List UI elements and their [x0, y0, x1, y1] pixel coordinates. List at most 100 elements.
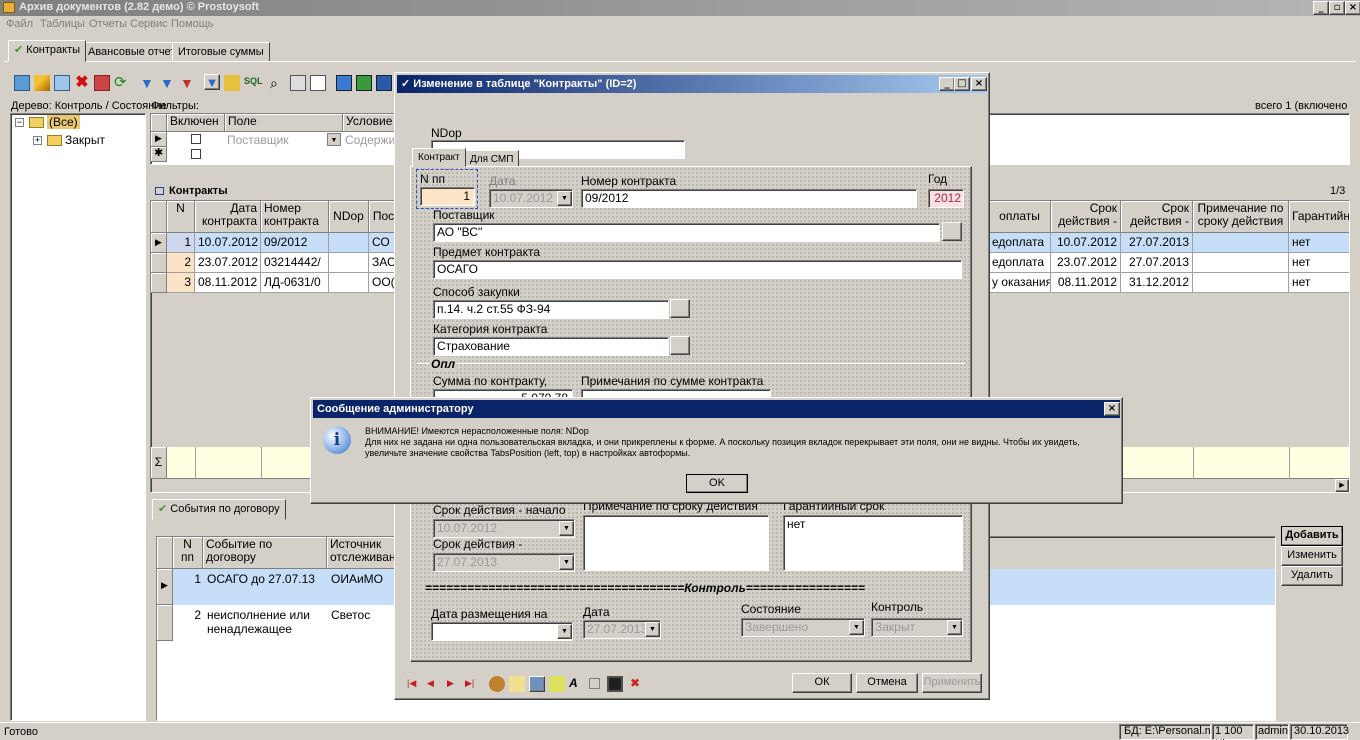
tree-item-closed[interactable]: Закрыт	[65, 133, 105, 147]
minimize-button[interactable]: _	[1313, 1, 1329, 15]
tab-totals[interactable]: Итоговые суммы	[172, 42, 270, 62]
first-record-icon[interactable]: |◀	[407, 678, 416, 689]
next-record-icon[interactable]: ▶	[447, 678, 454, 689]
edit-icon[interactable]	[34, 75, 50, 91]
edit-event-button[interactable]: Изменить	[1281, 546, 1343, 566]
state-dropdown-button[interactable]: ▼	[849, 620, 864, 635]
add-icon[interactable]	[14, 75, 30, 91]
guarantee-field[interactable]: нет	[783, 515, 963, 571]
tab-smp[interactable]: Для СМП	[464, 150, 520, 167]
col-term-end[interactable]: Срок действия -	[1121, 201, 1193, 233]
tree-item-all[interactable]: (Все)	[47, 115, 80, 129]
tree-expander[interactable]: −	[15, 118, 24, 127]
export-icon[interactable]	[336, 75, 352, 91]
subject-field[interactable]: ОСАГО	[433, 260, 962, 279]
filter-condition-value[interactable]: Содержи	[345, 133, 395, 147]
filter-active-icon[interactable]: ▼	[204, 74, 220, 90]
new-record-icon[interactable]	[509, 676, 525, 692]
tab-contracts[interactable]: ✔ Контракты	[8, 40, 87, 62]
status-db-label: БД:	[1124, 725, 1142, 737]
dialog-close-button[interactable]: ×	[971, 77, 987, 91]
col-ndop[interactable]: NDop	[329, 201, 369, 233]
menu-file[interactable]: Файл	[6, 18, 33, 30]
menu-reports[interactable]: Отчеты	[89, 18, 127, 30]
menu-tables[interactable]: Таблицы	[40, 18, 85, 30]
category-field[interactable]: Страхование	[433, 337, 669, 356]
term-end-field[interactable]: 27.07.2013	[433, 553, 575, 572]
tab-contract[interactable]: Контракт	[412, 148, 466, 167]
save-icon[interactable]	[607, 676, 623, 692]
preview-icon[interactable]	[310, 75, 326, 91]
prev-record-icon[interactable]: ◀	[427, 678, 434, 689]
copy-icon[interactable]	[54, 75, 70, 91]
col-payment[interactable]: оплаты	[989, 201, 1051, 233]
term-end-dropdown-button[interactable]: ▼	[559, 555, 574, 570]
table-icon[interactable]	[94, 75, 110, 91]
procurement-field[interactable]: п.14. ч.2 ст.55 ФЗ-94	[433, 300, 669, 319]
tree-expander[interactable]: +	[33, 136, 42, 145]
delete-event-button[interactable]: Удалить	[1281, 566, 1343, 586]
placement-date-dropdown-button[interactable]: ▼	[557, 624, 572, 639]
category-lookup-button[interactable]	[670, 336, 690, 355]
ok-button[interactable]: ОК	[792, 673, 852, 693]
refresh-icon[interactable]: ⟳	[114, 75, 130, 91]
control-dropdown-button[interactable]: ▼	[947, 620, 962, 635]
message-close-button[interactable]: ×	[1104, 402, 1120, 416]
procurement-lookup-button[interactable]	[670, 299, 690, 318]
col-n[interactable]: N	[167, 201, 195, 233]
filter-field-dropdown[interactable]: ▼	[327, 133, 341, 146]
cancel-button[interactable]: Отмена	[856, 673, 918, 693]
dialog-maximize-button[interactable]: □	[954, 77, 970, 91]
col-term-note[interactable]: Примечание по сроку действия	[1193, 201, 1289, 233]
year-field[interactable]: 2012	[928, 189, 964, 208]
add-event-button[interactable]: Добавить	[1281, 526, 1343, 546]
print-icon[interactable]	[290, 75, 306, 91]
tab-contract-events[interactable]: ✔ События по договору	[152, 499, 286, 520]
date-dropdown-button[interactable]: ▼	[557, 191, 572, 206]
term-start-dropdown-button[interactable]: ▼	[559, 521, 574, 536]
layout-icon[interactable]	[529, 676, 545, 692]
scroll-right-button[interactable]: ▶	[1335, 479, 1349, 492]
events-col-source[interactable]: Источник отслеживан	[327, 537, 395, 569]
export-excel-icon[interactable]	[356, 75, 372, 91]
filter-enabled-checkbox[interactable]	[191, 134, 201, 144]
state-label: Состояние	[741, 602, 801, 616]
delete-icon[interactable]: ✖	[74, 75, 90, 91]
tools-icon[interactable]	[489, 676, 505, 692]
filter-enabled-checkbox[interactable]	[191, 149, 201, 159]
placement-date-field[interactable]	[431, 622, 573, 641]
supplier-field[interactable]: АО "ВС"	[433, 223, 940, 242]
last-record-icon[interactable]: ▶|	[465, 678, 474, 689]
filter-remove-icon[interactable]: ▼	[180, 75, 196, 91]
col-guarantee[interactable]: Гарантийн	[1289, 201, 1349, 233]
supplier-lookup-button[interactable]	[942, 222, 962, 241]
sql-icon[interactable]: SQL	[244, 76, 263, 86]
events-col-event[interactable]: Событие по договору	[203, 537, 327, 569]
col-number[interactable]: Номер контракта	[261, 201, 329, 233]
font-icon[interactable]: A	[569, 676, 585, 692]
col-term-start[interactable]: Срок действия -	[1051, 201, 1121, 233]
checkbox-icon[interactable]	[589, 678, 600, 689]
export-word-icon[interactable]	[376, 75, 392, 91]
apply-button[interactable]: Применить	[922, 673, 982, 693]
form-edit-icon[interactable]	[549, 676, 565, 692]
close-button[interactable]: ×	[1345, 1, 1360, 15]
contract-number-field[interactable]: 09/2012	[581, 189, 917, 208]
message-ok-button[interactable]: OK	[686, 474, 748, 493]
state-field[interactable]: Завершено	[741, 618, 865, 637]
tree-icon[interactable]	[224, 75, 240, 91]
col-date[interactable]: Дата контракта	[195, 201, 261, 233]
events-col-n[interactable]: N пп	[173, 537, 203, 569]
maximize-button[interactable]: ▫	[1329, 1, 1345, 15]
menu-service[interactable]: Сервис	[130, 18, 168, 30]
term-start-field[interactable]: 10.07.2012	[433, 519, 575, 538]
term-note-field[interactable]	[583, 515, 769, 571]
filter-field-value[interactable]: Поставщик	[227, 133, 289, 147]
filter-icon[interactable]: ▼	[140, 75, 156, 91]
cancel-icon[interactable]: ✖	[627, 676, 643, 692]
menu-help[interactable]: Помощь	[171, 18, 214, 30]
filter-clear-icon[interactable]: ▼	[160, 75, 176, 91]
control-date-dropdown-button[interactable]: ▼	[645, 622, 660, 637]
binoculars-icon[interactable]: ⌕	[270, 75, 286, 91]
dialog-minimize-button[interactable]: _	[939, 77, 955, 91]
